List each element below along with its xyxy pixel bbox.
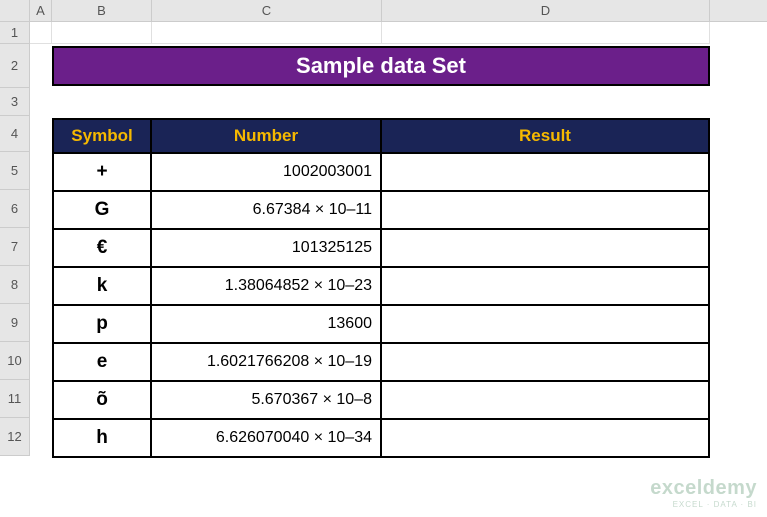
cell-result[interactable]	[382, 344, 710, 382]
table-row: € 101325125	[52, 230, 710, 268]
header-number[interactable]: Number	[152, 118, 382, 154]
table-row: k 1.38064852 × 10–23	[52, 268, 710, 306]
watermark: exceldemy EXCEL · DATA · BI	[650, 477, 757, 509]
header-result[interactable]: Result	[382, 118, 710, 154]
cell-number[interactable]: 1.38064852 × 10–23	[152, 268, 382, 306]
col-header-c[interactable]: C	[152, 0, 382, 21]
cell-symbol[interactable]: p	[52, 306, 152, 344]
table-header-row: Symbol Number Result	[52, 118, 710, 154]
cell[interactable]	[30, 22, 52, 44]
cell-symbol[interactable]: +	[52, 154, 152, 192]
row-header-3[interactable]: 3	[0, 88, 30, 116]
cell[interactable]	[152, 22, 382, 44]
row-header-9[interactable]: 9	[0, 304, 30, 342]
cell-number[interactable]: 101325125	[152, 230, 382, 268]
cell-symbol[interactable]: €	[52, 230, 152, 268]
cell-number[interactable]: 1002003001	[152, 154, 382, 192]
table-row: e 1.6021766208 × 10–19	[52, 344, 710, 382]
cell-result[interactable]	[382, 268, 710, 306]
table-row: h 6.626070040 × 10–34	[52, 420, 710, 458]
row-header-11[interactable]: 11	[0, 380, 30, 418]
cell-result[interactable]	[382, 306, 710, 344]
cell-number[interactable]: 6.67384 × 10–11	[152, 192, 382, 230]
cell-number[interactable]: 5.670367 × 10–8	[152, 382, 382, 420]
row-header-6[interactable]: 6	[0, 190, 30, 228]
cell-symbol[interactable]: G	[52, 192, 152, 230]
col-header-a[interactable]: A	[30, 0, 52, 21]
cell[interactable]	[52, 22, 152, 44]
row-header-8[interactable]: 8	[0, 266, 30, 304]
cell-symbol[interactable]: k	[52, 268, 152, 306]
spreadsheet: A B C D 1 2 3 4 5 6 7 8 9 10 11 12 Sampl…	[0, 0, 767, 517]
table-row: p 13600	[52, 306, 710, 344]
watermark-sub: EXCEL · DATA · BI	[650, 500, 757, 509]
cell-result[interactable]	[382, 192, 710, 230]
table-row: G 6.67384 × 10–11	[52, 192, 710, 230]
row-header-1[interactable]: 1	[0, 22, 30, 44]
cell-symbol[interactable]: e	[52, 344, 152, 382]
cell-number[interactable]: 13600	[152, 306, 382, 344]
table-row: õ 5.670367 × 10–8	[52, 382, 710, 420]
row-header-10[interactable]: 10	[0, 342, 30, 380]
table-row: + 1002003001	[52, 154, 710, 192]
header-symbol[interactable]: Symbol	[52, 118, 152, 154]
cell-result[interactable]	[382, 382, 710, 420]
row-headers: 1 2 3 4 5 6 7 8 9 10 11 12	[0, 22, 30, 456]
cell-result[interactable]	[382, 420, 710, 458]
cell-result[interactable]	[382, 230, 710, 268]
row-header-spacer	[0, 0, 30, 21]
row-header-2[interactable]: 2	[0, 44, 30, 88]
row-header-7[interactable]: 7	[0, 228, 30, 266]
row-header-4[interactable]: 4	[0, 116, 30, 152]
row-header-12[interactable]: 12	[0, 418, 30, 456]
cell-result[interactable]	[382, 154, 710, 192]
col-header-b[interactable]: B	[52, 0, 152, 21]
watermark-main: exceldemy	[650, 477, 757, 500]
data-table: Symbol Number Result + 1002003001 G 6.67…	[52, 118, 710, 458]
cell-symbol[interactable]: h	[52, 420, 152, 458]
cell-number[interactable]: 1.6021766208 × 10–19	[152, 344, 382, 382]
cell[interactable]	[382, 22, 710, 44]
column-headers: A B C D	[0, 0, 767, 22]
row-header-5[interactable]: 5	[0, 152, 30, 190]
cell-symbol[interactable]: õ	[52, 382, 152, 420]
col-header-d[interactable]: D	[382, 0, 710, 21]
cell-number[interactable]: 6.626070040 × 10–34	[152, 420, 382, 458]
title-bar[interactable]: Sample data Set	[52, 46, 710, 86]
